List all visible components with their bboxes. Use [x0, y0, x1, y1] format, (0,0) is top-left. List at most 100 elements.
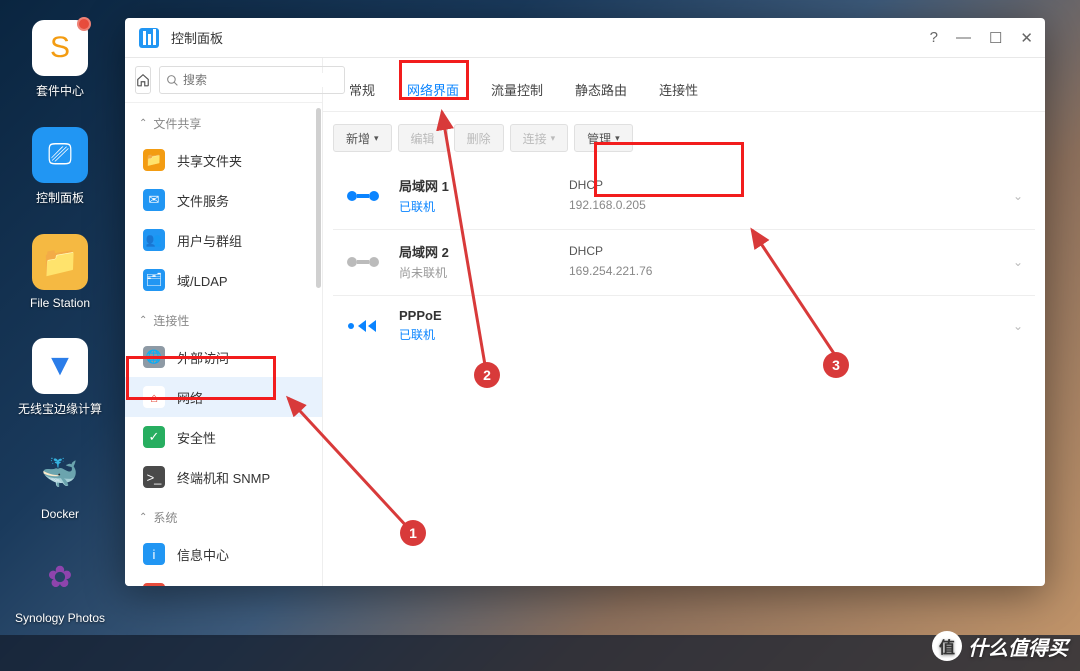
desktop-item[interactable]: ✿ Synology Photos — [10, 549, 110, 625]
desktop: S套件中心 ⎚ 控制面板 📁File Station ▼ 无线宝边缘计算 🐳Docker ✿ S… — [0, 0, 120, 653]
sidebar-item[interactable]: i 信息中心 — [125, 534, 322, 574]
sidebar-item[interactable]: 👥 用户与群组 — [125, 220, 322, 260]
control-panel-window: 控制面板 ? — ☐ ✕ ⌃ 文件共享 📁共享文件夹✉文件服务 👥 用户与群组 🗂 域/LD… — [125, 18, 1045, 586]
sidebar-item[interactable]: 🗂 域/LDAP — [125, 260, 322, 300]
help-button[interactable]: ? — [930, 29, 938, 47]
interface-name: 局域网 2 — [399, 242, 569, 261]
titlebar: 控制面板 ? — ☐ ✕ — [125, 18, 1045, 58]
interface-icon — [345, 184, 381, 208]
taskbar — [0, 635, 1080, 671]
delete-button[interactable]: 删除 — [454, 124, 504, 152]
app-icon: ⎚ — [32, 127, 88, 183]
interface-icon — [345, 314, 381, 338]
interface-row[interactable]: 局域网 1 已联机DHCP192.168.0.205⌄ — [333, 164, 1035, 229]
sidebar-item-icon: ⌂ — [143, 386, 165, 408]
desktop-item-label: 控制面板 — [10, 189, 110, 206]
interface-status: 已联机 — [399, 198, 569, 215]
app-icon: S — [32, 20, 88, 76]
app-icon: ✿ — [32, 549, 88, 605]
sidebar-scrollbar[interactable] — [316, 108, 321, 288]
sidebar-item[interactable]: 📁共享文件夹 — [125, 140, 322, 180]
desktop-item[interactable]: S套件中心 — [10, 20, 110, 99]
app-icon: 🐳 — [32, 445, 88, 501]
sidebar-item-label: 终端机和 SNMP — [177, 468, 270, 487]
main-panel: 常规网络界面流量控制静态路由连接性 新增▾ 编辑 删除 连接▾ 管理▾ 局域网 … — [323, 58, 1045, 586]
sidebar-group-header[interactable]: ⌃ 连接性 — [125, 300, 322, 337]
sidebar-item-icon: >_ — [143, 466, 165, 488]
sidebar-item-icon: ✉ — [143, 189, 165, 211]
interface-row[interactable]: 局域网 2 尚未联机DHCP169.254.221.76⌄ — [333, 229, 1035, 295]
search-box[interactable] — [159, 66, 345, 94]
desktop-item-label: File Station — [10, 296, 110, 310]
interface-type: DHCP — [569, 176, 1007, 195]
desktop-item-label: 无线宝边缘计算 — [10, 400, 110, 417]
watermark-badge-icon: 值 — [932, 631, 962, 661]
chevron-icon: ⌃ — [139, 118, 147, 129]
sidebar-item-icon: i — [143, 543, 165, 565]
app-icon: ▼ — [32, 338, 88, 394]
sidebar-item[interactable]: ↗ 登录门户 — [125, 574, 322, 586]
chevron-icon: ⌃ — [139, 512, 147, 523]
sidebar-group-label: 连接性 — [153, 312, 189, 329]
desktop-item-label: Synology Photos — [10, 611, 110, 625]
interface-info: DHCP192.168.0.205 — [569, 176, 1007, 214]
interface-status: 尚未联机 — [399, 264, 569, 281]
home-button[interactable] — [135, 66, 151, 94]
desktop-item[interactable]: ▼ 无线宝边缘计算 — [10, 338, 110, 417]
interface-name: PPPoE — [399, 308, 569, 323]
search-input[interactable] — [183, 73, 338, 87]
interface-ip: 169.254.221.76 — [569, 262, 1007, 281]
tab[interactable]: 流量控制 — [475, 72, 559, 111]
lan-icon — [346, 188, 380, 204]
sidebar-item-icon: 👥 — [143, 229, 165, 251]
pppoe-icon — [346, 316, 380, 336]
sidebar-item-icon: 🌐 — [143, 346, 165, 368]
sidebar-item-label: 用户与群组 — [177, 231, 242, 250]
sidebar-item-label: 外部访问 — [177, 348, 229, 367]
connect-button[interactable]: 连接▾ — [510, 124, 569, 152]
search-icon — [166, 74, 179, 87]
home-icon — [136, 73, 150, 87]
manage-button[interactable]: 管理▾ — [574, 124, 633, 152]
sidebar-item[interactable]: ✓ 安全性 — [125, 417, 322, 457]
sidebar-item-label: 登录门户 — [177, 585, 229, 587]
sidebar-item-label: 网络 — [177, 388, 203, 407]
sidebar-item-icon: ✓ — [143, 426, 165, 448]
interface-info: DHCP169.254.221.76 — [569, 242, 1007, 280]
chevron-down-icon[interactable]: ⌄ — [1007, 189, 1029, 203]
sidebar-item-label: 域/LDAP — [177, 271, 228, 290]
chevron-icon: ⌃ — [139, 315, 147, 326]
desktop-item[interactable]: ⎚ 控制面板 — [10, 127, 110, 206]
chevron-down-icon[interactable]: ⌄ — [1007, 319, 1029, 333]
sidebar-group-label: 文件共享 — [153, 115, 201, 132]
sidebar-item-icon: 🗂 — [143, 269, 165, 291]
sidebar-item[interactable]: ✉文件服务 — [125, 180, 322, 220]
sidebar-group-header[interactable]: ⌃系统 — [125, 497, 322, 534]
minimize-button[interactable]: — — [956, 29, 971, 47]
sidebar-item-label: 安全性 — [177, 428, 216, 447]
interface-name: 局域网 1 — [399, 176, 569, 195]
sidebar-item[interactable]: >_ 终端机和 SNMP — [125, 457, 322, 497]
notification-badge — [77, 17, 91, 31]
watermark-text: 什么值得买 — [968, 632, 1068, 661]
add-button[interactable]: 新增▾ — [333, 124, 392, 152]
desktop-item[interactable]: 📁File Station — [10, 234, 110, 310]
maximize-button[interactable]: ☐ — [989, 29, 1002, 47]
edit-button[interactable]: 编辑 — [398, 124, 448, 152]
interface-row[interactable]: PPPoE已联机⌄ — [333, 295, 1035, 357]
tab[interactable]: 网络界面 — [391, 72, 475, 111]
tab[interactable]: 连接性 — [643, 72, 714, 111]
interface-list: 局域网 1已联机DHCP192.168.0.205⌄局域网 2尚未联机DHCP1… — [323, 164, 1045, 357]
chevron-down-icon[interactable]: ⌄ — [1007, 255, 1029, 269]
sidebar-item-label: 信息中心 — [177, 545, 229, 564]
sidebar-item-icon: ↗ — [143, 583, 165, 586]
close-button[interactable]: ✕ — [1020, 29, 1033, 47]
window-title: 控制面板 — [171, 28, 930, 47]
desktop-item[interactable]: 🐳Docker — [10, 445, 110, 521]
sidebar-item-label: 共享文件夹 — [177, 151, 242, 170]
tab[interactable]: 静态路由 — [559, 72, 643, 111]
watermark: 值 什么值得买 — [932, 631, 1068, 661]
sidebar-item[interactable]: 🌐 外部访问 — [125, 337, 322, 377]
sidebar-item[interactable]: ⌂ 网络 — [125, 377, 322, 417]
sidebar-group-header[interactable]: ⌃ 文件共享 — [125, 103, 322, 140]
